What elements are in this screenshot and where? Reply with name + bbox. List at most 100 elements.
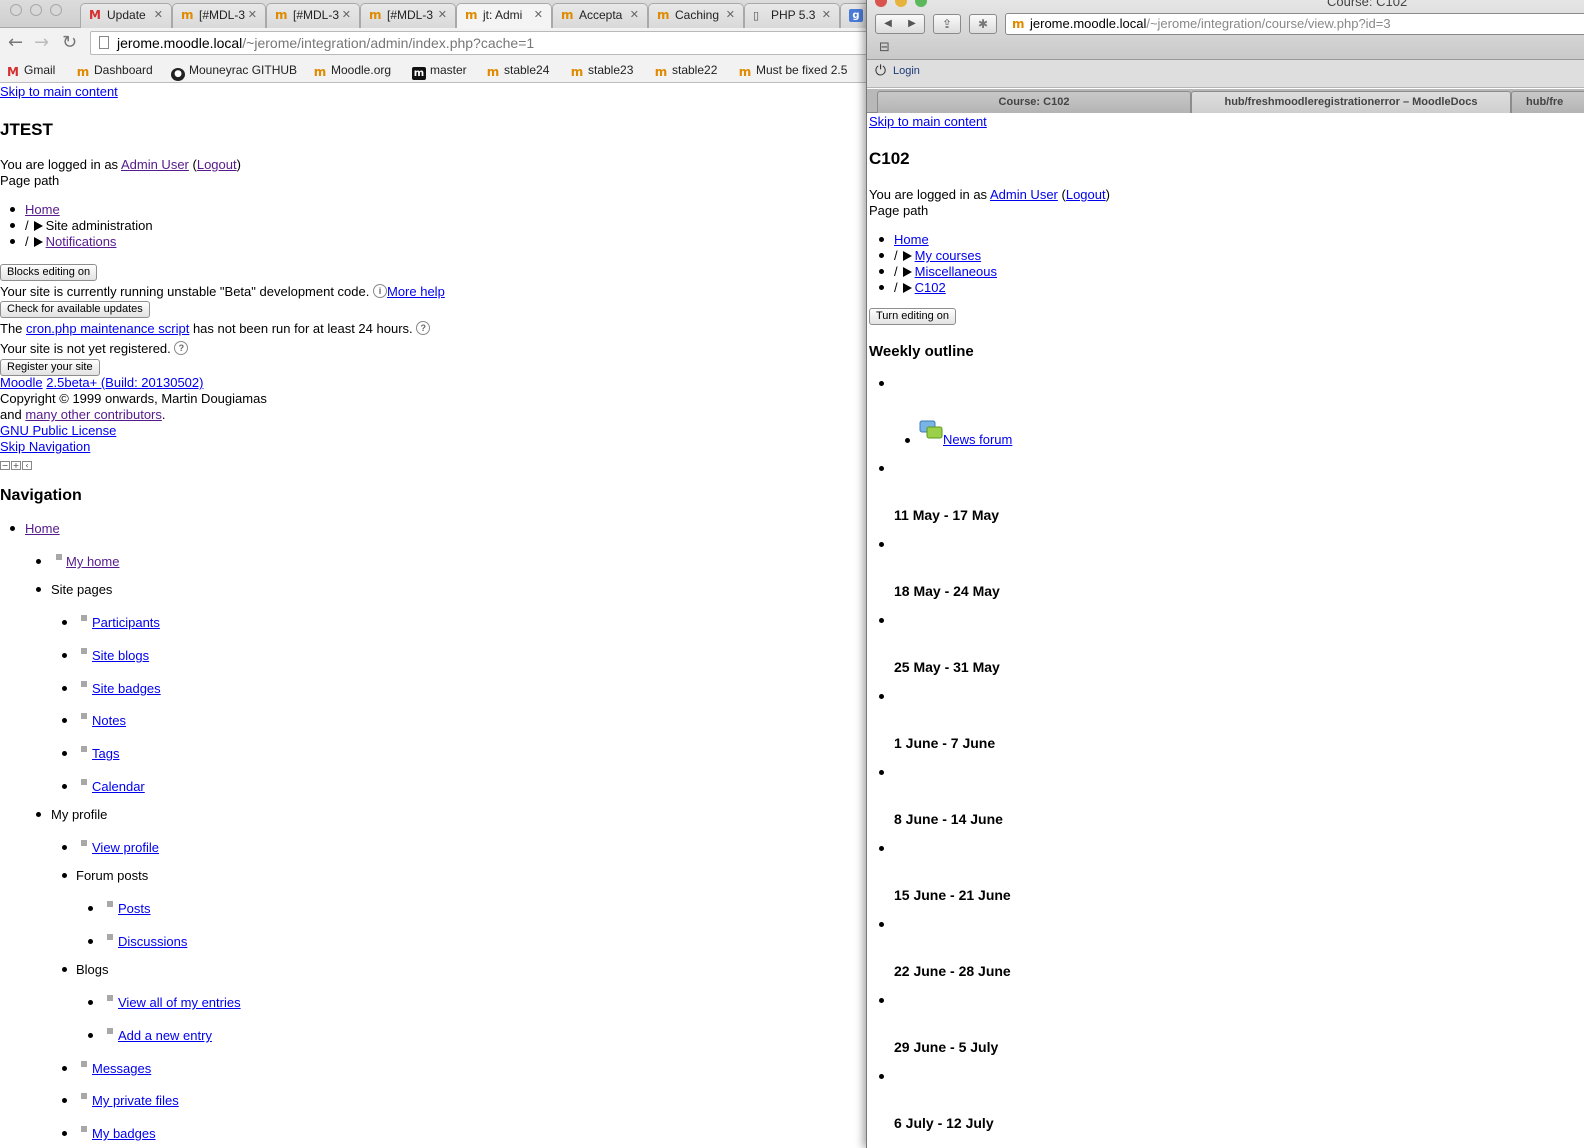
forward-triangle-icon[interactable]: ▶ — [900, 15, 924, 33]
skip-to-main-link[interactable]: Skip to main content — [0, 84, 118, 99]
help-icon[interactable]: ? — [416, 321, 431, 335]
browser-tab[interactable]: M Update ✕ — [80, 3, 172, 28]
list-bullet — [879, 466, 884, 471]
close-tab-icon[interactable]: ✕ — [726, 4, 735, 26]
nav-discussions[interactable]: Discussions — [118, 934, 187, 949]
more-help-link[interactable]: More help — [387, 284, 445, 299]
address-bar[interactable]: m jerome.moodle.local/~jerome/integration… — [1005, 13, 1584, 35]
nav-my-badges[interactable]: My badges — [92, 1126, 156, 1141]
login-link[interactable]: Login — [893, 65, 920, 77]
browser-tab[interactable]: m [#MDL-3 ✕ — [172, 3, 266, 28]
bookmark-stable22[interactable]: m stable22 — [654, 63, 718, 79]
bookmark-must-be-fixed[interactable]: m Must be fixed 2.5 — [738, 63, 848, 79]
nav-participants[interactable]: Participants — [92, 615, 160, 630]
gpl-link[interactable]: GNU Public License — [0, 423, 116, 438]
minimize-window-button[interactable] — [30, 4, 42, 16]
nav-posts[interactable]: Posts — [118, 901, 151, 916]
nav-view-profile[interactable]: View profile — [92, 840, 159, 855]
browser-tab[interactable]: m [#MDL-3 ✕ — [266, 3, 360, 28]
plus-icon[interactable]: + — [11, 461, 21, 470]
nav-notes[interactable]: Notes — [92, 713, 126, 728]
node-icon — [107, 934, 113, 940]
help-icon[interactable]: ? — [174, 341, 189, 355]
nav-view-all-entries[interactable]: View all of my entries — [118, 995, 241, 1010]
turn-editing-on-button[interactable]: Turn editing on — [869, 308, 956, 325]
moodle-link[interactable]: Moodle — [0, 375, 43, 390]
close-tab-icon[interactable]: ✕ — [438, 4, 447, 26]
bookmark-moodle-org[interactable]: m Moodle.org — [313, 63, 391, 79]
safari-tab-active[interactable]: Course: C102 — [877, 91, 1191, 113]
browser-tab[interactable]: ▯ PHP 5.3 ✕ — [744, 3, 840, 28]
bookmark-stable24[interactable]: m stable24 — [486, 63, 550, 79]
nav-my-profile[interactable]: My profile — [51, 807, 107, 822]
nav-private-files[interactable]: My private files — [92, 1093, 179, 1108]
week-heading: 8 June - 14 June — [894, 811, 1003, 827]
nav-home[interactable]: Home — [25, 521, 60, 536]
nav-my-home[interactable]: My home — [66, 554, 119, 569]
cron-script-link[interactable]: cron.php maintenance script — [26, 321, 189, 336]
close-tab-icon[interactable]: ✕ — [248, 4, 257, 26]
breadcrumb-home[interactable]: Home — [25, 202, 60, 217]
minus-icon[interactable]: − — [0, 461, 10, 470]
browser-tab[interactable]: m [#MDL-3 ✕ — [360, 3, 456, 28]
breadcrumb-home[interactable]: Home — [894, 232, 929, 247]
user-profile-link[interactable]: Admin User — [990, 187, 1058, 202]
safari-tab[interactable]: hub/freshmoodleregistrationerror – Moodl… — [1191, 91, 1511, 113]
close-tab-icon[interactable]: ✕ — [534, 4, 543, 26]
safari-tab[interactable]: hub/fre — [1511, 91, 1584, 113]
skip-to-main-link[interactable]: Skip to main content — [869, 114, 987, 129]
version-link[interactable]: 2.5beta+ (Build: 20130502) — [46, 375, 203, 390]
blocks-editing-button[interactable]: Blocks editing on — [0, 264, 98, 281]
logout-link[interactable]: Logout — [1066, 187, 1106, 202]
list-bullet — [62, 686, 67, 691]
close-window-button[interactable] — [10, 4, 22, 16]
nav-blogs[interactable]: Blogs — [76, 962, 109, 977]
extension-icon[interactable]: ✱ — [969, 14, 997, 34]
nav-site-blogs[interactable]: Site blogs — [92, 648, 149, 663]
back-forward-buttons[interactable]: ◀ ▶ — [875, 14, 925, 34]
close-tab-icon[interactable]: ✕ — [342, 4, 351, 26]
bookmark-dashboard[interactable]: m Dashboard — [76, 63, 153, 79]
nav-forum-posts[interactable]: Forum posts — [76, 868, 148, 883]
close-tab-icon[interactable]: ✕ — [154, 4, 163, 26]
zoom-window-button[interactable] — [915, 0, 927, 7]
skip-navigation-link[interactable]: Skip Navigation — [0, 439, 90, 454]
list-bullet — [62, 967, 67, 972]
nav-add-entry[interactable]: Add a new entry — [118, 1028, 212, 1043]
bookmark-gmail[interactable]: M Gmail — [6, 63, 55, 79]
course-link[interactable]: C102 — [915, 280, 946, 295]
reading-list-icon[interactable]: ⊟ — [879, 40, 890, 55]
nav-calendar[interactable]: Calendar — [92, 779, 145, 794]
minimize-window-button[interactable] — [895, 0, 907, 7]
logout-link[interactable]: Logout — [197, 157, 237, 172]
contributors-link[interactable]: many other contributors — [25, 407, 162, 422]
reload-icon[interactable]: ↻ — [62, 32, 77, 53]
nav-messages[interactable]: Messages — [92, 1061, 151, 1076]
dock-left-icon[interactable]: ‹ — [22, 461, 32, 470]
browser-tab-active[interactable]: m jt: Admi ✕ — [456, 3, 552, 28]
back-triangle-icon[interactable]: ◀ — [876, 15, 900, 33]
close-window-button[interactable] — [875, 0, 887, 7]
triangle-right-icon — [33, 237, 43, 247]
nav-tags[interactable]: Tags — [92, 746, 119, 761]
browser-tab[interactable]: m Accepta ✕ — [552, 3, 648, 28]
back-arrow-icon[interactable]: ← — [8, 32, 23, 53]
browser-tab[interactable]: m Caching ✕ — [648, 3, 744, 28]
user-profile-link[interactable]: Admin User — [121, 157, 189, 172]
miscellaneous-link[interactable]: Miscellaneous — [915, 264, 997, 279]
register-site-button[interactable]: Register your site — [0, 359, 100, 376]
my-courses-link[interactable]: My courses — [915, 248, 981, 263]
close-tab-icon[interactable]: ✕ — [630, 4, 639, 26]
bookmark-master[interactable]: m master — [412, 63, 467, 80]
bookmark-github[interactable]: ● Mouneyrac GITHUB — [171, 63, 297, 81]
nav-site-badges[interactable]: Site badges — [92, 681, 161, 696]
nav-site-pages[interactable]: Site pages — [51, 582, 112, 597]
check-updates-button[interactable]: Check for available updates — [0, 301, 150, 318]
bookmark-stable23[interactable]: m stable23 — [570, 63, 634, 79]
zoom-window-button[interactable] — [50, 4, 62, 16]
share-icon[interactable]: ⇪ — [933, 14, 961, 34]
close-tab-icon[interactable]: ✕ — [822, 4, 831, 26]
forward-arrow-icon[interactable]: → — [34, 32, 49, 53]
news-forum-link[interactable]: News forum — [943, 432, 1012, 447]
notifications-link[interactable]: Notifications — [46, 234, 117, 249]
